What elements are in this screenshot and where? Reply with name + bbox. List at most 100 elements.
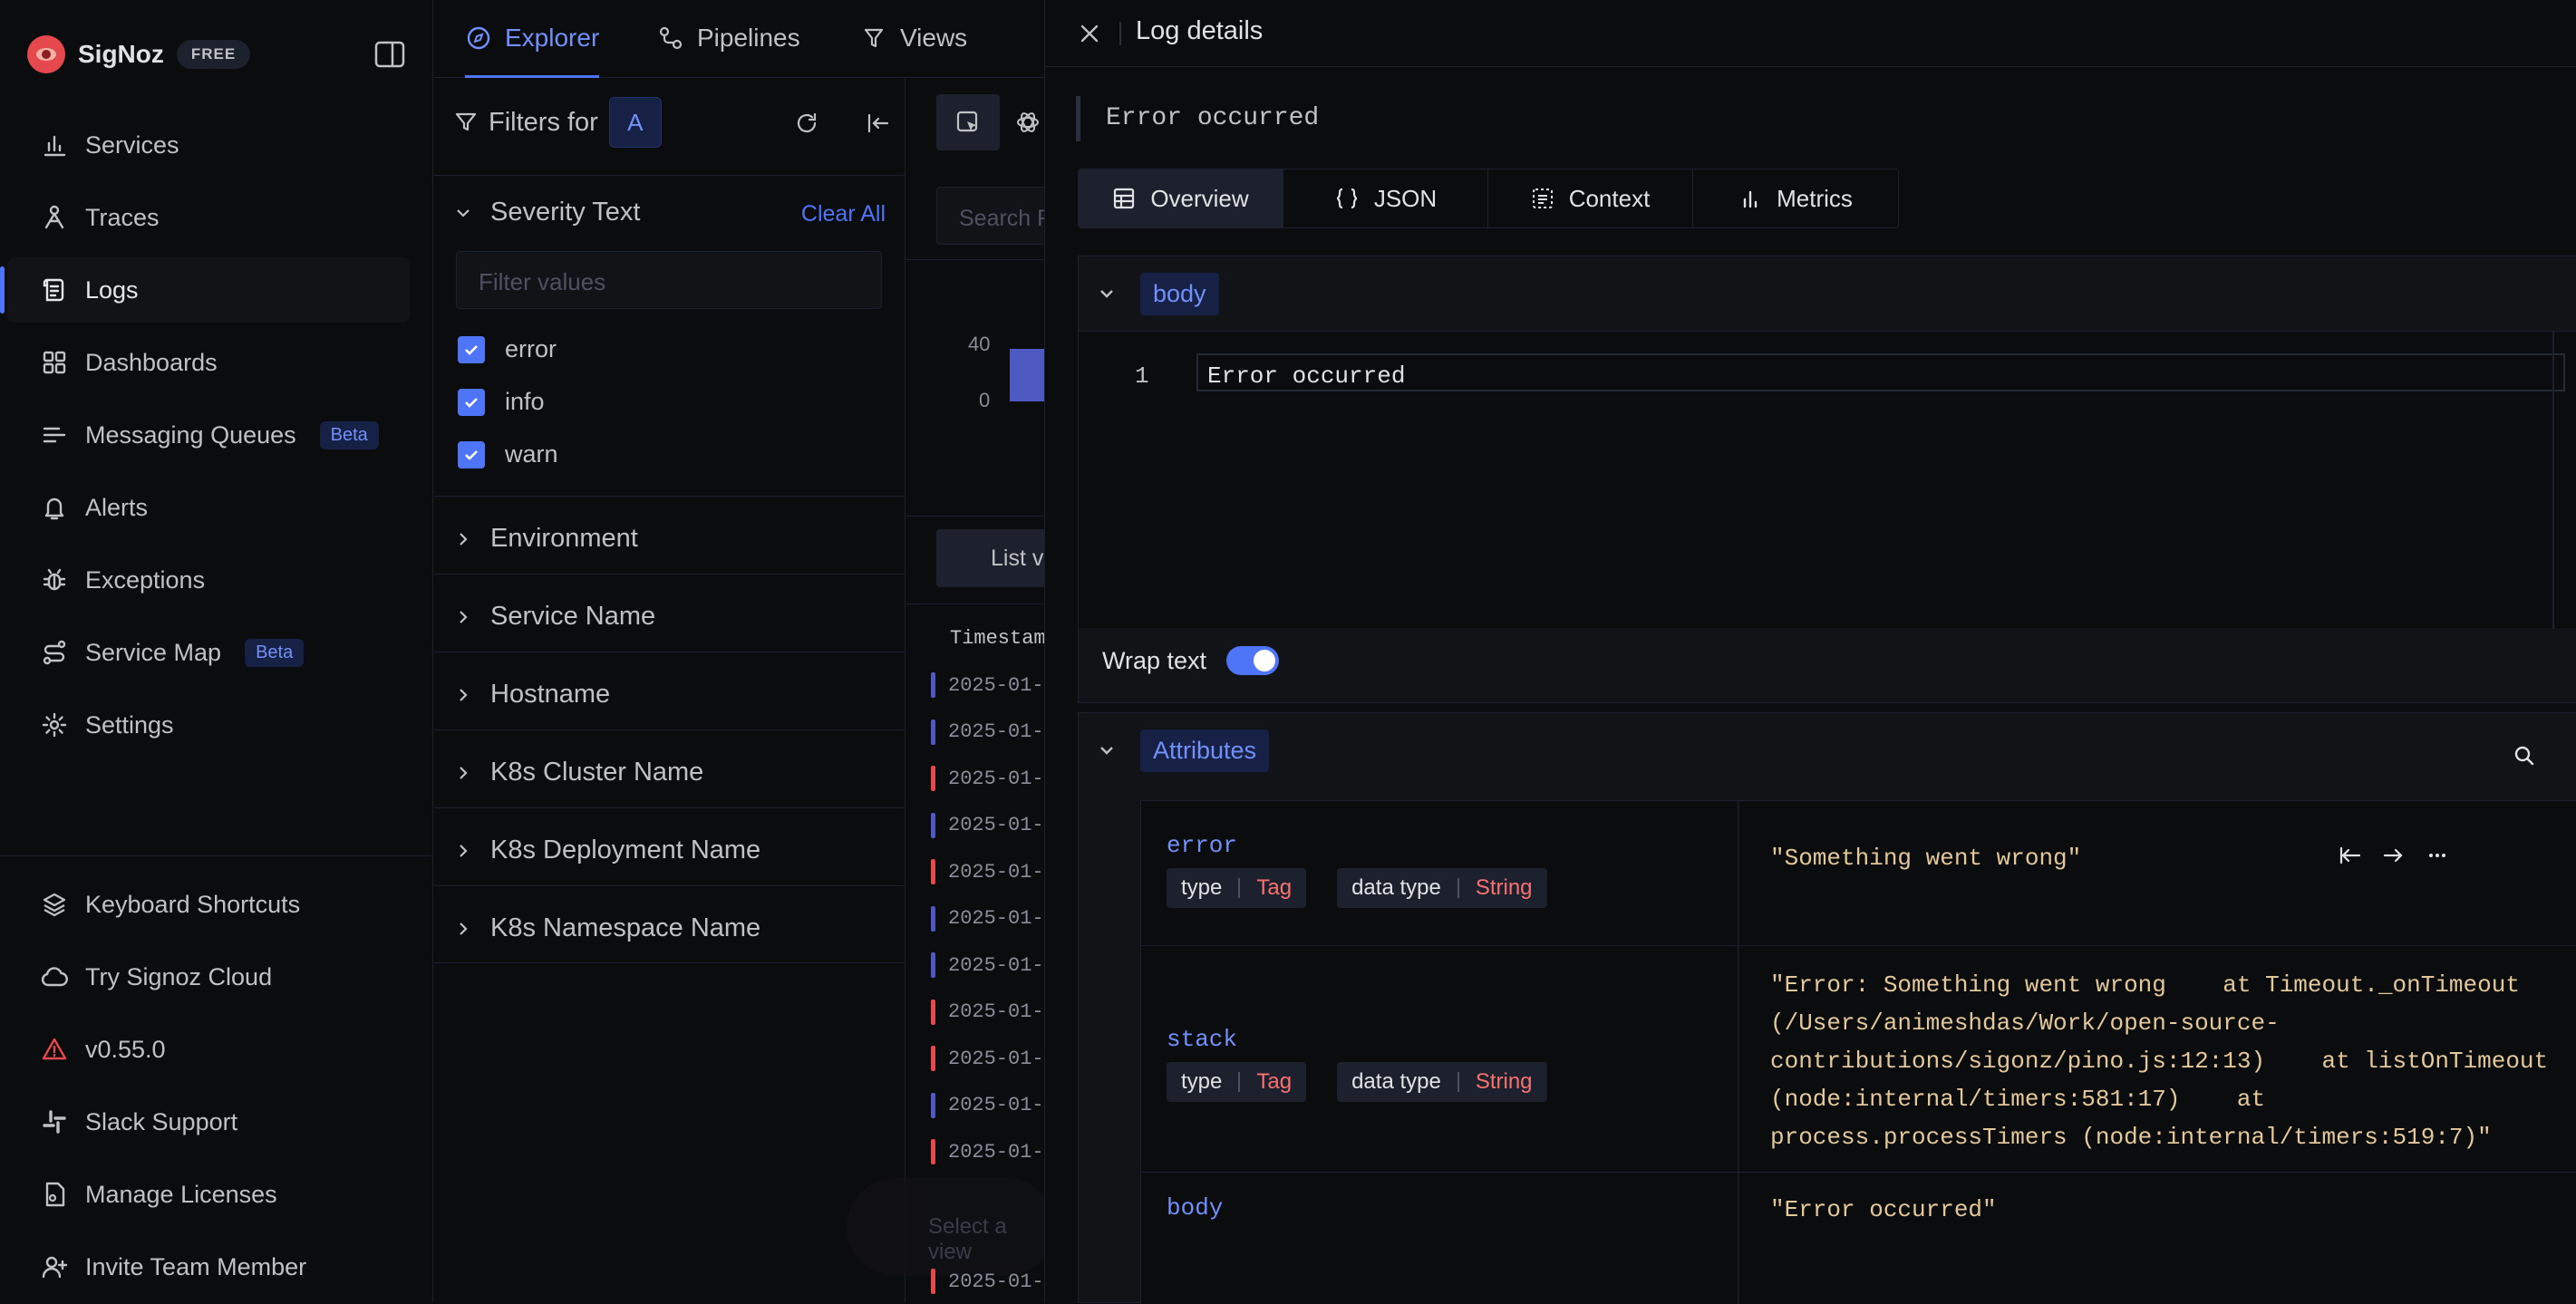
sidebar-item-logs[interactable]: Logs: [0, 257, 410, 323]
filter-section-k8s-namespace[interactable]: K8s Namespace Name: [434, 885, 905, 963]
tab-views[interactable]: Views: [860, 16, 967, 60]
sidebar-item-manage-licenses[interactable]: Manage Licenses: [7, 1162, 410, 1227]
editor-scrollbar[interactable]: [2552, 332, 2554, 629]
type-value: Tag: [1256, 1069, 1293, 1094]
log-row[interactable]: 2025-01-1: [931, 807, 1058, 844]
logs-icon: [43, 278, 64, 302]
log-row[interactable]: 2025-01-1: [931, 994, 1058, 1030]
attribute-key-cell: error type Tag data type String: [1140, 801, 1738, 945]
filter-section-environment[interactable]: Environment: [434, 496, 905, 574]
filters-header: Filters for A: [454, 97, 662, 148]
sidebar-item-label: Manage Licenses: [85, 1180, 277, 1208]
log-row[interactable]: 2025-01-1: [931, 760, 1058, 797]
severity-bar: [931, 812, 935, 838]
search-icon[interactable]: [2513, 744, 2536, 768]
sidebar-item-version[interactable]: v0.55.0: [7, 1017, 410, 1082]
body-editor[interactable]: 1 Error occurred: [1079, 331, 2576, 629]
bug-icon: [43, 568, 66, 591]
braces-icon: [1336, 188, 1358, 209]
sidebar-item-label: Logs: [85, 275, 139, 304]
chevron-down-icon: [1100, 290, 1113, 298]
collapse-filters-icon[interactable]: [864, 110, 891, 137]
close-icon[interactable]: [1076, 20, 1103, 47]
filter-section-k8s-deployment[interactable]: K8s Deployment Name: [434, 807, 905, 885]
filter-values-input[interactable]: Filter values: [456, 251, 882, 309]
severity-checkbox-error[interactable]: error: [458, 335, 557, 363]
wrap-text-toggle[interactable]: [1226, 646, 1280, 675]
sidebar-item-keyboard-shortcuts[interactable]: Keyboard Shortcuts: [7, 872, 410, 937]
filter-in-arrow-icon[interactable]: [2381, 843, 2407, 868]
sidebar-item-service-map[interactable]: Service Map Beta: [7, 620, 410, 685]
severity-checkbox-info[interactable]: info: [458, 388, 545, 416]
query-builder-button[interactable]: [936, 94, 1000, 150]
section-header[interactable]: Severity Text: [454, 198, 640, 227]
timestamp-column-header: Timestam: [950, 627, 1046, 650]
attribute-meta: type Tag data type String: [1167, 1062, 1547, 1102]
log-row[interactable]: 2025-01-1: [931, 854, 1058, 890]
severity-checkbox-warn[interactable]: warn: [458, 440, 558, 468]
filter-section-severity: Severity Text Clear All: [434, 175, 905, 478]
log-row[interactable]: 2025-01-1: [931, 1040, 1058, 1077]
tab-json[interactable]: JSON: [1283, 169, 1488, 227]
atom-icon[interactable]: [1014, 109, 1041, 136]
sidebar-item-messaging-queues[interactable]: Messaging Queues Beta: [7, 402, 410, 468]
log-row[interactable]: 2025-01-1: [931, 1087, 1058, 1124]
tab-label: Explorer: [505, 24, 600, 52]
sidebar-toggle-icon[interactable]: [373, 40, 406, 69]
clear-all-link[interactable]: Clear All: [801, 201, 886, 227]
refresh-icon[interactable]: [793, 110, 820, 137]
checkbox-checked[interactable]: [458, 335, 485, 363]
tab-pipelines[interactable]: Pipelines: [657, 16, 800, 60]
log-row[interactable]: 2025-01-1: [931, 1134, 1058, 1170]
log-row[interactable]: 2025-01-1: [931, 714, 1058, 750]
checkbox-checked[interactable]: [458, 440, 485, 468]
log-row[interactable]: 2025-01-1: [931, 901, 1058, 937]
tab-metrics[interactable]: Metrics: [1693, 169, 1898, 227]
sidebar-item-exceptions[interactable]: Exceptions: [7, 547, 410, 613]
filter-section-service-name[interactable]: Service Name: [434, 574, 905, 652]
body-section-header[interactable]: body: [1079, 256, 2576, 331]
sidebar-item-traces[interactable]: Traces: [7, 185, 410, 250]
list-view-button[interactable]: List v: [936, 529, 1054, 587]
chevron-right-icon: [460, 844, 468, 857]
wrap-text-control: Wrap text: [1102, 646, 1280, 675]
traces-icon: [44, 205, 64, 229]
attribute-key-cell: stack type Tag data type String: [1140, 946, 1738, 1172]
attributes-section-header[interactable]: Attributes: [1079, 713, 2576, 787]
severity-bar: [931, 905, 935, 932]
license-icon: [45, 1182, 65, 1207]
data-type-chip: data type String: [1337, 868, 1547, 908]
more-options-icon[interactable]: [2425, 843, 2450, 868]
filter-section-k8s-cluster[interactable]: K8s Cluster Name: [434, 729, 905, 807]
sidebar-item-alerts[interactable]: Alerts: [7, 475, 410, 540]
tab-context[interactable]: Context: [1488, 169, 1693, 227]
log-row[interactable]: 2025-01-1: [931, 947, 1058, 983]
tab-overview[interactable]: Overview: [1079, 169, 1283, 227]
filter-out-arrow-icon[interactable]: [2338, 843, 2363, 868]
search-input[interactable]: Search F: [936, 187, 1054, 245]
log-row[interactable]: 2025-01-1: [931, 1263, 1058, 1299]
beta-badge: Beta: [245, 638, 305, 667]
checkbox-checked[interactable]: [458, 388, 485, 416]
type-label: type: [1181, 1069, 1223, 1094]
chevron-down-icon: [457, 208, 470, 217]
sidebar-item-try-cloud[interactable]: Try Signoz Cloud: [7, 944, 410, 1009]
filter-section-hostname[interactable]: Hostname: [434, 652, 905, 729]
sidebar-item-invite-team-member[interactable]: Invite Team Member: [7, 1234, 410, 1299]
layers-icon: [43, 893, 66, 917]
sidebar-item-label: Dashboards: [85, 348, 218, 376]
log-row[interactable]: 2025-01-1: [931, 667, 1058, 703]
query-chip[interactable]: A: [608, 97, 662, 148]
filter-icon: [455, 112, 477, 131]
log-timestamp: 2025-01-1: [948, 814, 1056, 836]
sidebar-item-settings[interactable]: Settings: [7, 692, 410, 758]
severity-bar: [931, 1269, 935, 1294]
sidebar-item-dashboards[interactable]: Dashboards: [7, 330, 410, 395]
tab-explorer[interactable]: Explorer: [465, 16, 600, 78]
brand[interactable]: SigNoz FREE: [27, 34, 251, 74]
sidebar-item-services[interactable]: Services: [7, 112, 410, 178]
sidebar-item-slack-support[interactable]: Slack Support: [7, 1089, 410, 1154]
warning-icon: [42, 1038, 67, 1060]
select-view-button[interactable]: Select a view: [847, 1178, 1055, 1276]
checkbox-label: error: [505, 335, 557, 362]
